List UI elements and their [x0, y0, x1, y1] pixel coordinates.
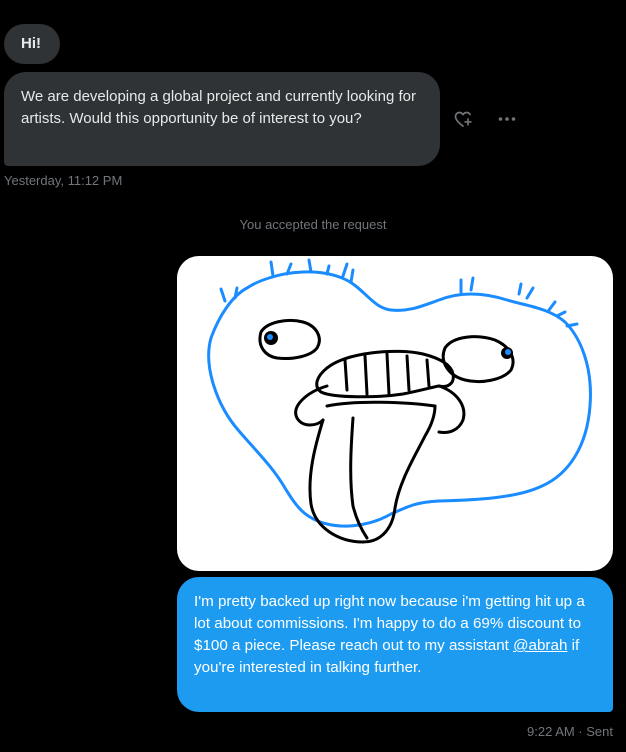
- message-text: Hi!: [21, 35, 41, 52]
- system-note: You accepted the request: [239, 217, 387, 232]
- outgoing-image-attachment[interactable]: [177, 256, 613, 571]
- more-icon[interactable]: [496, 108, 518, 130]
- message-text: We are developing a global project and c…: [21, 88, 416, 127]
- mention-link[interactable]: @abrah: [513, 637, 567, 654]
- drawing-image: [207, 258, 592, 544]
- outgoing-message-bubble[interactable]: I'm pretty backed up right now because i…: [177, 577, 613, 712]
- message-timestamp: Yesterday, 11:12 PM: [4, 173, 123, 188]
- message-actions: [452, 108, 518, 130]
- incoming-message-bubble[interactable]: We are developing a global project and c…: [4, 72, 440, 166]
- message-status: 9:22 AM · Sent: [527, 724, 613, 739]
- incoming-message-bubble[interactable]: Hi!: [4, 24, 60, 64]
- add-reaction-icon[interactable]: [452, 108, 474, 130]
